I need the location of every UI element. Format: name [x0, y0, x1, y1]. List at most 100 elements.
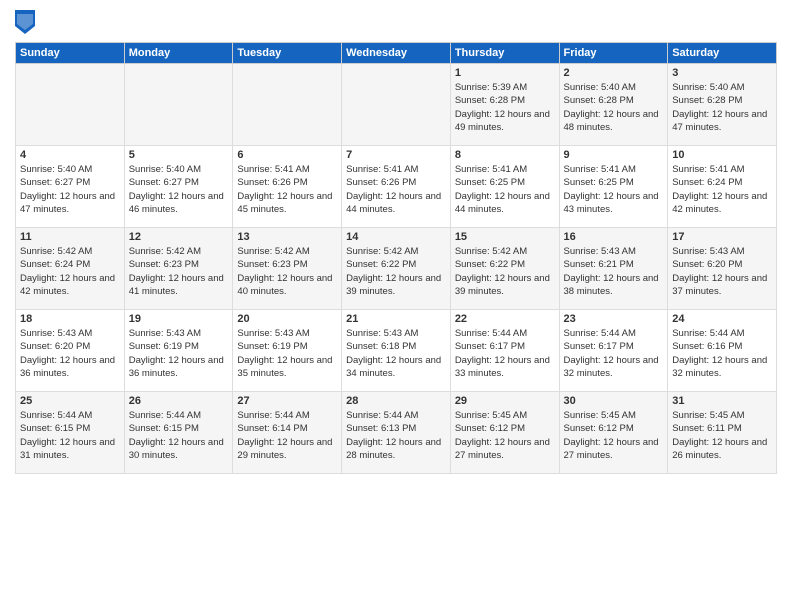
day-cell: 20 Sunrise: 5:43 AM Sunset: 6:19 PM Dayli…: [233, 310, 342, 392]
day-number: 10: [672, 149, 772, 161]
day-info: Sunrise: 5:41 AM Sunset: 6:25 PM Dayligh…: [455, 163, 555, 216]
day-number: 24: [672, 313, 772, 325]
day-cell: 2 Sunrise: 5:40 AM Sunset: 6:28 PM Daylig…: [559, 64, 668, 146]
day-number: 23: [564, 313, 664, 325]
week-row-4: 18Sunrise: 5:43 AM Sunset: 6:20 PM Dayli…: [16, 310, 777, 392]
day-number: 31: [672, 395, 772, 407]
day-cell: 12 Sunrise: 5:42 AM Sunset: 6:23 PM Dayli…: [124, 228, 233, 310]
day-cell: 29 Sunrise: 5:45 AM Sunset: 6:12 PM Dayli…: [450, 392, 559, 474]
header-row: SundayMondayTuesdayWednesdayThursdayFrid…: [16, 43, 777, 64]
col-header-saturday: Saturday: [668, 43, 777, 64]
day-cell: 28Sunrise: 5:44 AM Sunset: 6:13 PM Dayli…: [342, 392, 451, 474]
day-cell: [342, 64, 451, 146]
day-info: Sunrise: 5:43 AM Sunset: 6:19 PM Dayligh…: [237, 327, 337, 380]
day-number: 15: [455, 231, 555, 243]
day-info: Sunrise: 5:44 AM Sunset: 6:15 PM Dayligh…: [20, 409, 120, 462]
day-cell: 23 Sunrise: 5:44 AM Sunset: 6:17 PM Dayli…: [559, 310, 668, 392]
day-info: Sunrise: 5:45 AM Sunset: 6:11 PM Dayligh…: [672, 409, 772, 462]
day-number: 29: [455, 395, 555, 407]
day-number: 6: [237, 149, 337, 161]
day-info: Sunrise: 5:42 AM Sunset: 6:22 PM Dayligh…: [346, 245, 446, 298]
col-header-tuesday: Tuesday: [233, 43, 342, 64]
day-cell: 4 Sunrise: 5:40 AM Sunset: 6:27 PM Daylig…: [16, 146, 125, 228]
day-info: Sunrise: 5:44 AM Sunset: 6:17 PM Dayligh…: [455, 327, 555, 380]
day-cell: 17 Sunrise: 5:43 AM Sunset: 6:20 PM Dayli…: [668, 228, 777, 310]
day-number: 21: [346, 313, 446, 325]
day-number: 5: [129, 149, 229, 161]
col-header-wednesday: Wednesday: [342, 43, 451, 64]
week-row-5: 25 Sunrise: 5:44 AM Sunset: 6:15 PM Dayli…: [16, 392, 777, 474]
day-info: Sunrise: 5:43 AM Sunset: 6:18 PM Dayligh…: [346, 327, 446, 380]
day-cell: 16 Sunrise: 5:43 AM Sunset: 6:21 PM Dayli…: [559, 228, 668, 310]
day-info: Sunrise: 5:43 AM Sunset: 6:20 PM Dayligh…: [672, 245, 772, 298]
day-cell: 26 Sunrise: 5:44 AM Sunset: 6:15 PM Dayli…: [124, 392, 233, 474]
day-number: 25: [20, 395, 120, 407]
day-number: 1: [455, 67, 555, 79]
day-number: 16: [564, 231, 664, 243]
day-number: 14: [346, 231, 446, 243]
day-number: 9: [564, 149, 664, 161]
day-cell: 21 Sunrise: 5:43 AM Sunset: 6:18 PM Dayli…: [342, 310, 451, 392]
day-info: Sunrise: 5:40 AM Sunset: 6:28 PM Dayligh…: [672, 81, 772, 134]
day-cell: 13 Sunrise: 5:42 AM Sunset: 6:23 PM Dayli…: [233, 228, 342, 310]
day-cell: 15 Sunrise: 5:42 AM Sunset: 6:22 PM Dayli…: [450, 228, 559, 310]
day-number: 11: [20, 231, 120, 243]
day-info: Sunrise: 5:44 AM Sunset: 6:15 PM Dayligh…: [129, 409, 229, 462]
day-cell: 27 Sunrise: 5:44 AM Sunset: 6:14 PM Dayli…: [233, 392, 342, 474]
day-cell: 31 Sunrise: 5:45 AM Sunset: 6:11 PM Dayli…: [668, 392, 777, 474]
week-row-3: 11 Sunrise: 5:42 AM Sunset: 6:24 PM Dayli…: [16, 228, 777, 310]
header: [15, 10, 777, 34]
day-info: Sunrise: 5:44 AM Sunset: 6:17 PM Dayligh…: [564, 327, 664, 380]
day-info: Sunrise: 5:40 AM Sunset: 6:27 PM Dayligh…: [129, 163, 229, 216]
day-info: Sunrise: 5:42 AM Sunset: 6:22 PM Dayligh…: [455, 245, 555, 298]
day-info: Sunrise: 5:45 AM Sunset: 6:12 PM Dayligh…: [455, 409, 555, 462]
day-info: Sunrise: 5:39 AM Sunset: 6:28 PM Dayligh…: [455, 81, 555, 134]
day-info: Sunrise: 5:41 AM Sunset: 6:24 PM Dayligh…: [672, 163, 772, 216]
day-number: 19: [129, 313, 229, 325]
day-cell: 10 Sunrise: 5:41 AM Sunset: 6:24 PM Dayli…: [668, 146, 777, 228]
day-number: 30: [564, 395, 664, 407]
day-info: Sunrise: 5:43 AM Sunset: 6:21 PM Dayligh…: [564, 245, 664, 298]
col-header-thursday: Thursday: [450, 43, 559, 64]
day-cell: 25 Sunrise: 5:44 AM Sunset: 6:15 PM Dayli…: [16, 392, 125, 474]
day-cell: [16, 64, 125, 146]
day-cell: 7Sunrise: 5:41 AM Sunset: 6:26 PM Daylig…: [342, 146, 451, 228]
day-cell: 5 Sunrise: 5:40 AM Sunset: 6:27 PM Daylig…: [124, 146, 233, 228]
day-cell: [124, 64, 233, 146]
day-info: Sunrise: 5:42 AM Sunset: 6:24 PM Dayligh…: [20, 245, 120, 298]
day-cell: 3Sunrise: 5:40 AM Sunset: 6:28 PM Daylig…: [668, 64, 777, 146]
day-cell: 14 Sunrise: 5:42 AM Sunset: 6:22 PM Dayli…: [342, 228, 451, 310]
week-row-1: 1 Sunrise: 5:39 AM Sunset: 6:28 PM Daylig…: [16, 64, 777, 146]
week-row-2: 4 Sunrise: 5:40 AM Sunset: 6:27 PM Daylig…: [16, 146, 777, 228]
day-info: Sunrise: 5:43 AM Sunset: 6:19 PM Dayligh…: [129, 327, 229, 380]
day-cell: 6 Sunrise: 5:41 AM Sunset: 6:26 PM Daylig…: [233, 146, 342, 228]
day-number: 12: [129, 231, 229, 243]
day-number: 22: [455, 313, 555, 325]
day-number: 2: [564, 67, 664, 79]
day-cell: 8Sunrise: 5:41 AM Sunset: 6:25 PM Daylig…: [450, 146, 559, 228]
day-info: Sunrise: 5:44 AM Sunset: 6:14 PM Dayligh…: [237, 409, 337, 462]
day-info: Sunrise: 5:41 AM Sunset: 6:26 PM Dayligh…: [346, 163, 446, 216]
day-number: 13: [237, 231, 337, 243]
day-number: 18: [20, 313, 120, 325]
day-info: Sunrise: 5:44 AM Sunset: 6:16 PM Dayligh…: [672, 327, 772, 380]
day-cell: 9 Sunrise: 5:41 AM Sunset: 6:25 PM Daylig…: [559, 146, 668, 228]
day-number: 26: [129, 395, 229, 407]
day-info: Sunrise: 5:42 AM Sunset: 6:23 PM Dayligh…: [129, 245, 229, 298]
day-number: 27: [237, 395, 337, 407]
day-number: 4: [20, 149, 120, 161]
day-cell: 24 Sunrise: 5:44 AM Sunset: 6:16 PM Dayli…: [668, 310, 777, 392]
day-info: Sunrise: 5:41 AM Sunset: 6:25 PM Dayligh…: [564, 163, 664, 216]
day-info: Sunrise: 5:45 AM Sunset: 6:12 PM Dayligh…: [564, 409, 664, 462]
day-number: 20: [237, 313, 337, 325]
col-header-friday: Friday: [559, 43, 668, 64]
logo-icon: [15, 10, 35, 34]
day-info: Sunrise: 5:42 AM Sunset: 6:23 PM Dayligh…: [237, 245, 337, 298]
day-info: Sunrise: 5:40 AM Sunset: 6:28 PM Dayligh…: [564, 81, 664, 134]
day-cell: 11 Sunrise: 5:42 AM Sunset: 6:24 PM Dayli…: [16, 228, 125, 310]
day-info: Sunrise: 5:41 AM Sunset: 6:26 PM Dayligh…: [237, 163, 337, 216]
day-info: Sunrise: 5:40 AM Sunset: 6:27 PM Dayligh…: [20, 163, 120, 216]
day-cell: 22 Sunrise: 5:44 AM Sunset: 6:17 PM Dayli…: [450, 310, 559, 392]
day-cell: 18Sunrise: 5:43 AM Sunset: 6:20 PM Dayli…: [16, 310, 125, 392]
day-number: 17: [672, 231, 772, 243]
